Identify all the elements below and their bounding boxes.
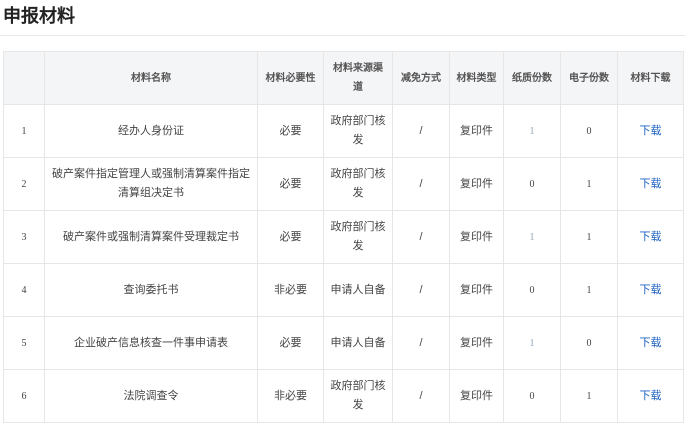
material-required: 必要	[257, 157, 324, 211]
material-source: 申请人自备	[323, 263, 393, 317]
row-index: 1	[3, 104, 45, 158]
paper-count: 0	[503, 157, 561, 211]
material-exemption: /	[392, 210, 450, 264]
material-exemption: /	[392, 369, 450, 423]
row-index: 5	[3, 316, 45, 370]
title-divider	[0, 35, 685, 36]
material-type: 复印件	[449, 263, 504, 317]
header-exemption: 减免方式	[392, 51, 450, 105]
electronic-count: 0	[560, 104, 618, 158]
material-required: 非必要	[257, 263, 324, 317]
table-row: 3 破产案件或强制清算案件受理裁定书 必要 政府部门核发 / 复印件 1 1 下…	[3, 210, 684, 264]
material-name: 法院调查令	[44, 369, 258, 423]
material-type: 复印件	[449, 316, 504, 370]
download-cell: 下载	[617, 263, 684, 317]
download-link[interactable]: 下载	[640, 231, 662, 243]
paper-count: 0	[503, 263, 561, 317]
material-source: 申请人自备	[323, 316, 393, 370]
row-index: 4	[3, 263, 45, 317]
header-type: 材料类型	[449, 51, 504, 105]
download-link[interactable]: 下载	[640, 125, 662, 137]
download-cell: 下载	[617, 210, 684, 264]
row-index: 3	[3, 210, 45, 264]
download-cell: 下载	[617, 157, 684, 211]
download-cell: 下载	[617, 104, 684, 158]
header-paper-count: 纸质份数	[503, 51, 561, 105]
table-row: 1 经办人身份证 必要 政府部门核发 / 复印件 1 0 下载	[3, 104, 684, 158]
electronic-count: 1	[560, 157, 618, 211]
materials-table: 材料名称 材料必要性 材料来源渠道 减免方式 材料类型 纸质份数 电子份数 材料…	[3, 51, 684, 423]
material-type: 复印件	[449, 104, 504, 158]
paper-count: 1	[503, 316, 561, 370]
header-name: 材料名称	[44, 51, 258, 105]
material-exemption: /	[392, 263, 450, 317]
header-download: 材料下载	[617, 51, 684, 105]
paper-count: 0	[503, 369, 561, 423]
header-source: 材料来源渠道	[323, 51, 393, 105]
electronic-count: 1	[560, 263, 618, 317]
material-required: 非必要	[257, 369, 324, 423]
electronic-count: 1	[560, 369, 618, 423]
download-cell: 下载	[617, 316, 684, 370]
download-link[interactable]: 下载	[640, 178, 662, 190]
header-index	[3, 51, 45, 105]
material-name: 破产案件或强制清算案件受理裁定书	[44, 210, 258, 264]
material-source: 政府部门核发	[323, 369, 393, 423]
download-cell: 下载	[617, 369, 684, 423]
material-exemption: /	[392, 104, 450, 158]
download-link[interactable]: 下载	[640, 390, 662, 402]
material-type: 复印件	[449, 210, 504, 264]
download-link[interactable]: 下载	[640, 284, 662, 296]
material-exemption: /	[392, 157, 450, 211]
table-row: 6 法院调查令 非必要 政府部门核发 / 复印件 0 1 下载	[3, 369, 684, 423]
row-index: 2	[3, 157, 45, 211]
material-exemption: /	[392, 316, 450, 370]
material-type: 复印件	[449, 369, 504, 423]
material-source: 政府部门核发	[323, 157, 393, 211]
material-source: 政府部门核发	[323, 210, 393, 264]
header-required: 材料必要性	[257, 51, 324, 105]
paper-count: 1	[503, 210, 561, 264]
table-row: 2 破产案件指定管理人或强制清算案件指定清算组决定书 必要 政府部门核发 / 复…	[3, 157, 684, 211]
row-index: 6	[3, 369, 45, 423]
material-type: 复印件	[449, 157, 504, 211]
material-required: 必要	[257, 104, 324, 158]
table-row: 4 查询委托书 非必要 申请人自备 / 复印件 0 1 下载	[3, 263, 684, 317]
table-row: 5 企业破产信息核查一件事申请表 必要 申请人自备 / 复印件 1 0 下载	[3, 316, 684, 370]
electronic-count: 1	[560, 210, 618, 264]
electronic-count: 0	[560, 316, 618, 370]
page-title: 申报材料	[3, 6, 75, 26]
material-required: 必要	[257, 316, 324, 370]
table-header-row: 材料名称 材料必要性 材料来源渠道 减免方式 材料类型 纸质份数 电子份数 材料…	[3, 51, 684, 105]
material-name: 破产案件指定管理人或强制清算案件指定清算组决定书	[44, 157, 258, 211]
material-source: 政府部门核发	[323, 104, 393, 158]
material-name: 经办人身份证	[44, 104, 258, 158]
header-electronic-count: 电子份数	[560, 51, 618, 105]
material-required: 必要	[257, 210, 324, 264]
material-name: 查询委托书	[44, 263, 258, 317]
paper-count: 1	[503, 104, 561, 158]
material-name: 企业破产信息核查一件事申请表	[44, 316, 258, 370]
download-link[interactable]: 下载	[640, 337, 662, 349]
